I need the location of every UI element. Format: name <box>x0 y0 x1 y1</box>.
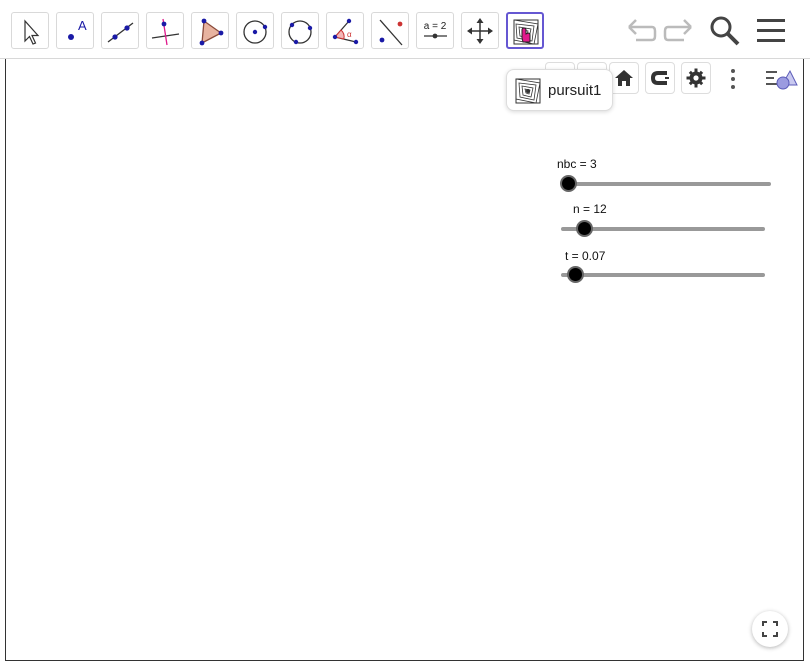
pursuit-tool-icon <box>513 19 539 45</box>
home-button[interactable] <box>609 62 639 94</box>
reflect-tool[interactable] <box>371 12 409 49</box>
slider-tool[interactable]: a = 2 <box>416 12 454 49</box>
move-icon <box>24 19 40 45</box>
menu-button[interactable] <box>755 14 789 48</box>
pursuit-tool[interactable] <box>506 12 544 49</box>
tooltip-label: pursuit1 <box>548 82 602 99</box>
circle-center-point-icon <box>243 20 268 44</box>
slider-nbc-label: nbc = 3 <box>557 157 597 171</box>
polygon-icon <box>199 18 224 46</box>
slider-n-label: n = 12 <box>573 202 607 216</box>
redo-icon <box>663 19 692 42</box>
angle-tool[interactable]: α <box>326 12 364 49</box>
slider-t-label: t = 0.07 <box>565 249 606 263</box>
fullscreen-icon <box>762 621 778 637</box>
svg-text:α: α <box>347 30 352 39</box>
svg-text:A: A <box>78 18 87 33</box>
home-icon <box>615 70 633 86</box>
line-icon <box>107 22 134 43</box>
angle-icon: α <box>332 18 359 45</box>
graphics-view[interactable] <box>5 0 804 661</box>
toolbar: A α a = 2 <box>0 0 810 59</box>
settings-button[interactable] <box>681 62 711 94</box>
circle-three-points-icon <box>288 20 313 45</box>
menu-icon <box>757 19 785 42</box>
point-tool[interactable]: A <box>56 12 94 49</box>
snap-button[interactable] <box>645 62 675 94</box>
slider-n-knob[interactable] <box>576 220 593 237</box>
slider-t-knob[interactable] <box>567 266 584 283</box>
polygon-tool[interactable] <box>191 12 229 49</box>
perpendicular-line-tool[interactable] <box>146 12 184 49</box>
more-options-button[interactable] <box>727 64 739 94</box>
more-icon <box>731 69 735 89</box>
reflect-icon <box>379 19 403 46</box>
line-tool[interactable] <box>101 12 139 49</box>
slider-icon: a = 2 <box>424 21 447 39</box>
slider-nbc-knob[interactable] <box>560 175 577 192</box>
point-icon: A <box>68 18 87 40</box>
redo-button[interactable] <box>662 14 696 48</box>
move-tool[interactable] <box>11 12 49 49</box>
undo-icon <box>628 19 657 42</box>
perpendicular-line-icon <box>151 18 180 46</box>
move-graphics-tool[interactable] <box>461 12 499 49</box>
magnet-icon <box>651 71 669 85</box>
circle-center-point-tool[interactable] <box>236 12 274 49</box>
slider-tool-label: a = 2 <box>424 21 447 32</box>
style-bar-toggle[interactable] <box>765 65 799 93</box>
fullscreen-button[interactable] <box>752 611 788 647</box>
circle-three-points-tool[interactable] <box>281 12 319 49</box>
undo-button[interactable] <box>624 14 658 48</box>
slider-t-track[interactable] <box>561 273 765 277</box>
slider-nbc-track[interactable] <box>568 182 771 186</box>
pursuit-tool-icon <box>515 78 541 104</box>
tool-tooltip: pursuit1 <box>506 69 613 111</box>
search-icon <box>710 16 740 46</box>
gear-icon <box>686 68 706 88</box>
move-graphics-icon <box>467 18 493 44</box>
search-button[interactable] <box>708 14 742 48</box>
style-bar-icon <box>766 69 798 90</box>
